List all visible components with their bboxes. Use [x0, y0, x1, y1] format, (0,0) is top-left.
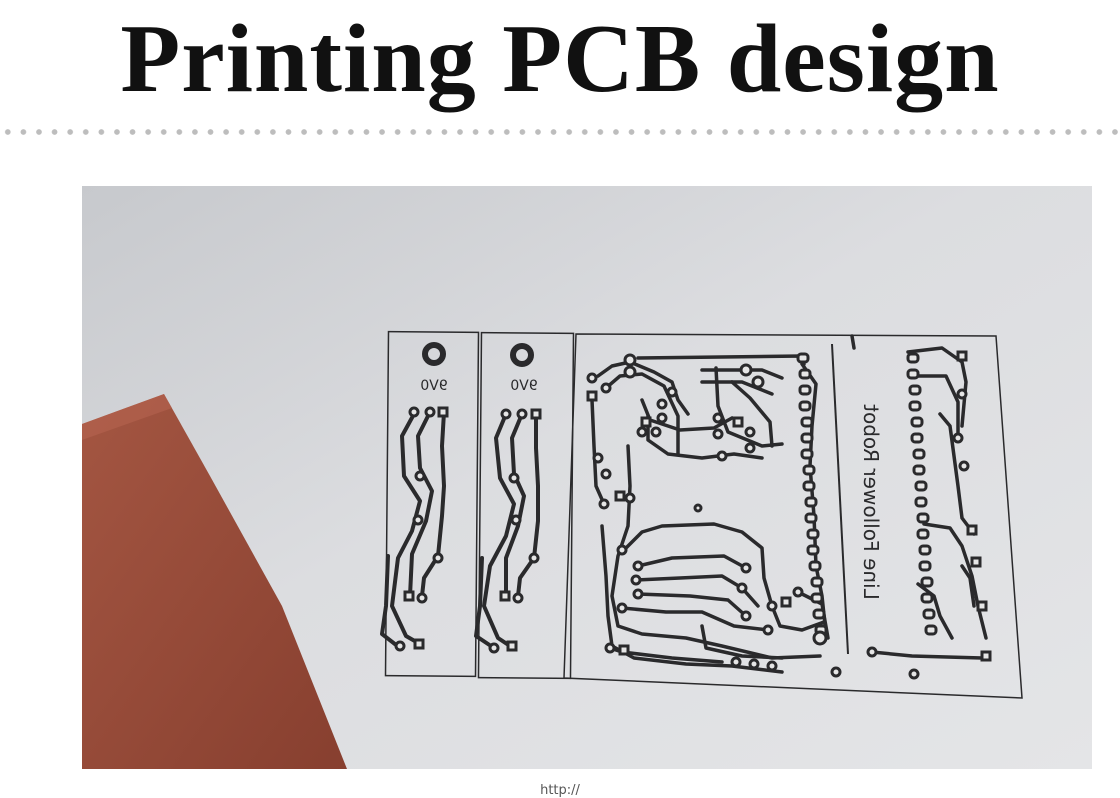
board-title-text: Line Follower Robot — [859, 404, 883, 600]
pcb-printout-photo: 9V0 9V0 Line Follower Robot — [82, 186, 1092, 769]
dotted-divider — [0, 128, 1120, 136]
slide-title: Printing PCB design — [120, 5, 1000, 113]
module-left-label: 9V0 — [420, 378, 447, 394]
source-caption: http:// — [540, 784, 580, 798]
module-right-label: 9V0 — [510, 378, 537, 394]
